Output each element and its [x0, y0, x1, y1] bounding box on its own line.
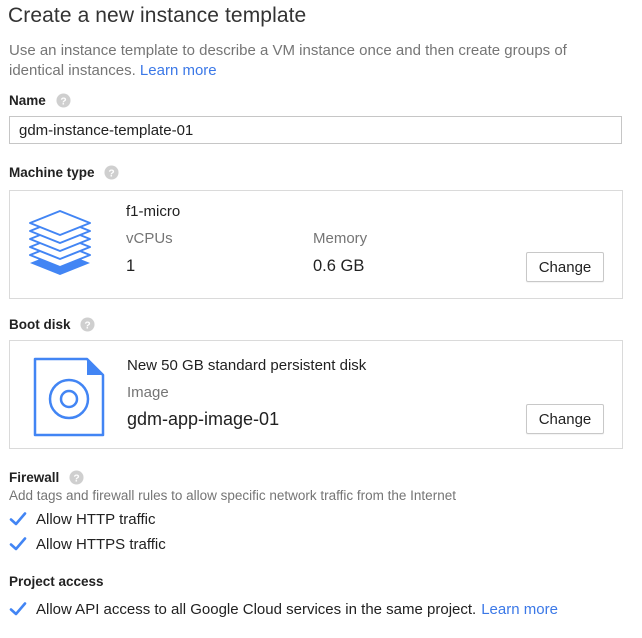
memory-label: Memory	[313, 230, 368, 247]
boot-disk-label-row: Boot disk ?	[9, 317, 95, 335]
boot-disk-image-value: gdm-app-image-01	[127, 409, 280, 429]
machine-type-label-row: Machine type ?	[9, 165, 119, 183]
boot-disk-help-icon[interactable]: ?	[80, 317, 95, 335]
intro-text: Use an instance template to describe a V…	[9, 42, 567, 79]
firewall-label-row: Firewall ?	[9, 470, 84, 488]
checkmark-icon[interactable]	[9, 600, 27, 618]
allow-api-access-label: Allow API access to all Google Cloud ser…	[36, 600, 477, 618]
allow-https-label: Allow HTTPS traffic	[36, 535, 166, 553]
boot-disk-card: New 50 GB standard persistent disk Image…	[9, 340, 623, 449]
machine-type-help-icon[interactable]: ?	[104, 165, 119, 183]
page-title: Create a new instance template	[8, 4, 307, 27]
firewall-label: Firewall	[9, 470, 60, 485]
machine-type-label: Machine type	[9, 165, 95, 180]
boot-disk-label: Boot disk	[9, 317, 71, 332]
name-help-icon[interactable]: ?	[56, 93, 71, 111]
boot-disk-description: New 50 GB standard persistent disk	[127, 357, 367, 374]
project-access-learn-more-link[interactable]: Learn more	[481, 601, 558, 618]
project-access-label: Project access	[9, 574, 104, 589]
firewall-description: Add tags and firewall rules to allow spe…	[9, 488, 456, 503]
intro-learn-more-link[interactable]: Learn more	[140, 62, 217, 79]
stacked-layers-icon	[26, 203, 94, 284]
allow-api-access-option[interactable]: Allow API access to all Google Cloud ser…	[9, 600, 558, 618]
allow-http-label: Allow HTTP traffic	[36, 510, 156, 528]
vcpus-label: vCPUs	[126, 230, 173, 247]
checkmark-icon[interactable]	[9, 535, 27, 553]
intro-text-block: Use an instance template to describe a V…	[9, 41, 609, 81]
checkmark-icon[interactable]	[9, 510, 27, 528]
name-label: Name	[9, 93, 46, 108]
disk-file-icon	[33, 357, 105, 442]
memory-value: 0.6 GB	[313, 257, 365, 275]
svg-text:?: ?	[73, 473, 79, 484]
svg-text:?: ?	[109, 168, 115, 179]
allow-http-option[interactable]: Allow HTTP traffic	[9, 510, 155, 528]
allow-https-option[interactable]: Allow HTTPS traffic	[9, 535, 166, 553]
svg-text:?: ?	[85, 320, 91, 331]
firewall-help-icon[interactable]: ?	[69, 470, 84, 488]
vcpus-value: 1	[126, 257, 136, 275]
name-input[interactable]	[9, 116, 622, 144]
create-instance-template-page: Create a new instance template Use an in…	[0, 0, 642, 638]
name-label-row: Name ?	[9, 93, 71, 111]
machine-type-change-button[interactable]: Change	[526, 252, 604, 282]
machine-type-card: f1-micro vCPUs 1 Memory 0.6 GB Change	[9, 190, 623, 299]
boot-disk-image-label: Image	[127, 384, 169, 401]
boot-disk-change-button[interactable]: Change	[526, 404, 604, 434]
svg-text:?: ?	[60, 96, 66, 107]
machine-type-name: f1-micro	[126, 203, 181, 220]
